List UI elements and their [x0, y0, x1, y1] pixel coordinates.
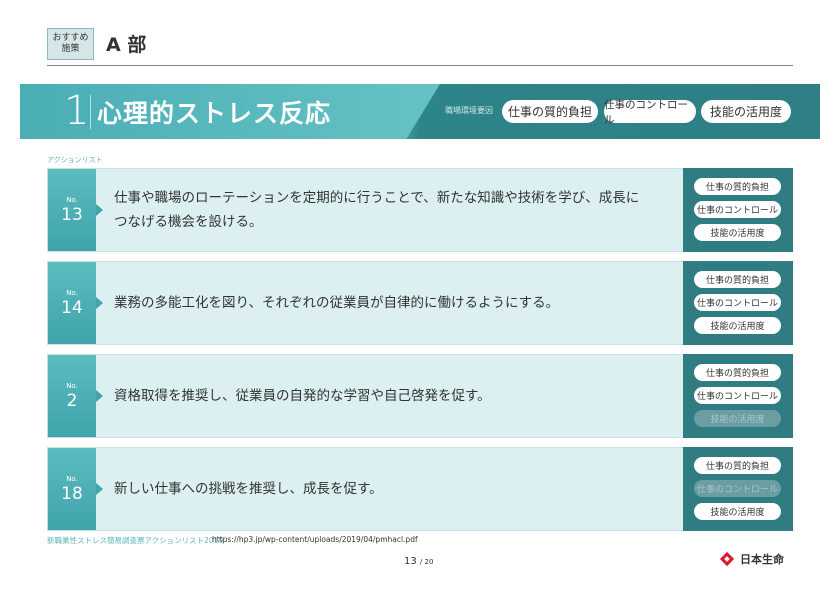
header-divider	[47, 65, 793, 66]
card-text-line1: 資格取得を推奨し、従業員の自発的な学習や自己啓発を促す。	[114, 388, 491, 404]
tag-control: 仕事のコントロール	[694, 201, 781, 218]
card-arrow-icon	[96, 297, 103, 309]
tag-control-inactive: 仕事のコントロール	[694, 480, 781, 497]
card-number-block: No. 13	[48, 169, 96, 251]
section-title: 心理的ストレス反応	[97, 99, 332, 128]
card-text-line1: 新しい仕事への挑戦を推奨し、成長を促す。	[114, 481, 383, 497]
card-no-label: No.	[66, 474, 78, 483]
card-text: 資格取得を推奨し、従業員の自発的な学習や自己啓発を促す。	[114, 384, 491, 408]
card-no-label: No.	[66, 195, 78, 204]
tag-control: 仕事のコントロール	[694, 294, 781, 311]
source-url[interactable]: https://hp3.jp/wp-content/uploads/2019/0…	[212, 535, 418, 544]
tag-quality-burden: 仕事の質的負担	[694, 178, 781, 195]
action-card-13: No. 13 仕事や職場のローテーションを定期的に行うことで、新たな知識や技術を…	[47, 168, 793, 252]
env-pill-skill-use: 技能の活用度	[701, 100, 791, 123]
action-card-18: No. 18 新しい仕事への挑戦を推奨し、成長を促す。 仕事の質的負担 仕事のコ…	[47, 447, 793, 531]
card-tag-panel: 仕事の質的負担 仕事のコントロール 技能の活用度	[683, 261, 793, 345]
tag-control: 仕事のコントロール	[694, 387, 781, 404]
tag-skill-use: 技能の活用度	[694, 317, 781, 334]
card-number-block: No. 18	[48, 448, 96, 530]
card-text-line2: つなげる機会を設ける。	[114, 214, 263, 230]
source-label: 新職業性ストレス簡易調査票アクションリスト2019	[47, 536, 224, 545]
card-text-line1: 仕事や職場のローテーションを定期的に行うことで、新たな知識や技術を学び、成長に	[114, 190, 640, 206]
tag-skill-use: 技能の活用度	[694, 503, 781, 520]
tag-quality-burden: 仕事の質的負担	[694, 364, 781, 381]
page-title: A 部	[106, 34, 147, 56]
action-card-14: No. 14 業務の多能工化を図り、それぞれの従業員が自律的に働けるようにする。…	[47, 261, 793, 345]
action-list-label: アクションリスト	[47, 156, 103, 164]
company-logo: 日本生命	[718, 550, 784, 568]
tag-quality-burden: 仕事の質的負担	[694, 271, 781, 288]
section-banner: 1 心理的ストレス反応 職場環境要因 仕事の質的負担 仕事のコントロール 技能の…	[20, 84, 820, 139]
page-current: 13	[404, 556, 417, 567]
tag-skill-use-inactive: 技能の活用度	[694, 410, 781, 427]
card-arrow-icon	[96, 390, 103, 402]
card-no-label: No.	[66, 381, 78, 390]
card-number: 18	[61, 483, 83, 504]
env-pill-quality-burden: 仕事の質的負担	[502, 100, 598, 123]
recommendation-badge: おすすめ 施策	[47, 28, 94, 60]
logo-text: 日本生命	[740, 553, 784, 566]
card-number: 2	[66, 390, 78, 411]
tag-skill-use: 技能の活用度	[694, 224, 781, 241]
env-factor-label: 職場環境要因	[445, 106, 493, 115]
banner-separator	[90, 95, 91, 129]
page-number: 13 / 20	[404, 556, 433, 567]
nissay-logo-icon	[719, 551, 735, 567]
card-no-label: No.	[66, 288, 78, 297]
card-number: 13	[61, 204, 83, 225]
badge-line2: 施策	[61, 44, 80, 54]
section-number: 1	[64, 88, 90, 134]
action-card-2: No. 2 資格取得を推奨し、従業員の自発的な学習や自己啓発を促す。 仕事の質的…	[47, 354, 793, 438]
tag-quality-burden: 仕事の質的負担	[694, 457, 781, 474]
card-text: 業務の多能工化を図り、それぞれの従業員が自律的に働けるようにする。	[114, 291, 559, 315]
card-arrow-icon	[96, 483, 103, 495]
card-arrow-icon	[96, 204, 103, 216]
card-text-line1: 業務の多能工化を図り、それぞれの従業員が自律的に働けるようにする。	[114, 295, 560, 311]
card-number: 14	[61, 297, 83, 318]
card-text: 仕事や職場のローテーションを定期的に行うことで、新たな知識や技術を学び、成長に …	[114, 186, 639, 234]
card-text: 新しい仕事への挑戦を推奨し、成長を促す。	[114, 477, 383, 501]
card-number-block: No. 14	[48, 262, 96, 344]
page-total: / 20	[419, 558, 434, 566]
badge-line1: おすすめ	[52, 33, 89, 43]
env-pill-control: 仕事のコントロール	[604, 99, 696, 126]
card-number-block: No. 2	[48, 355, 96, 437]
card-tag-panel: 仕事の質的負担 仕事のコントロール 技能の活用度	[683, 354, 793, 438]
card-tag-panel: 仕事の質的負担 仕事のコントロール 技能の活用度	[683, 447, 793, 531]
card-tag-panel: 仕事の質的負担 仕事のコントロール 技能の活用度	[683, 168, 793, 252]
